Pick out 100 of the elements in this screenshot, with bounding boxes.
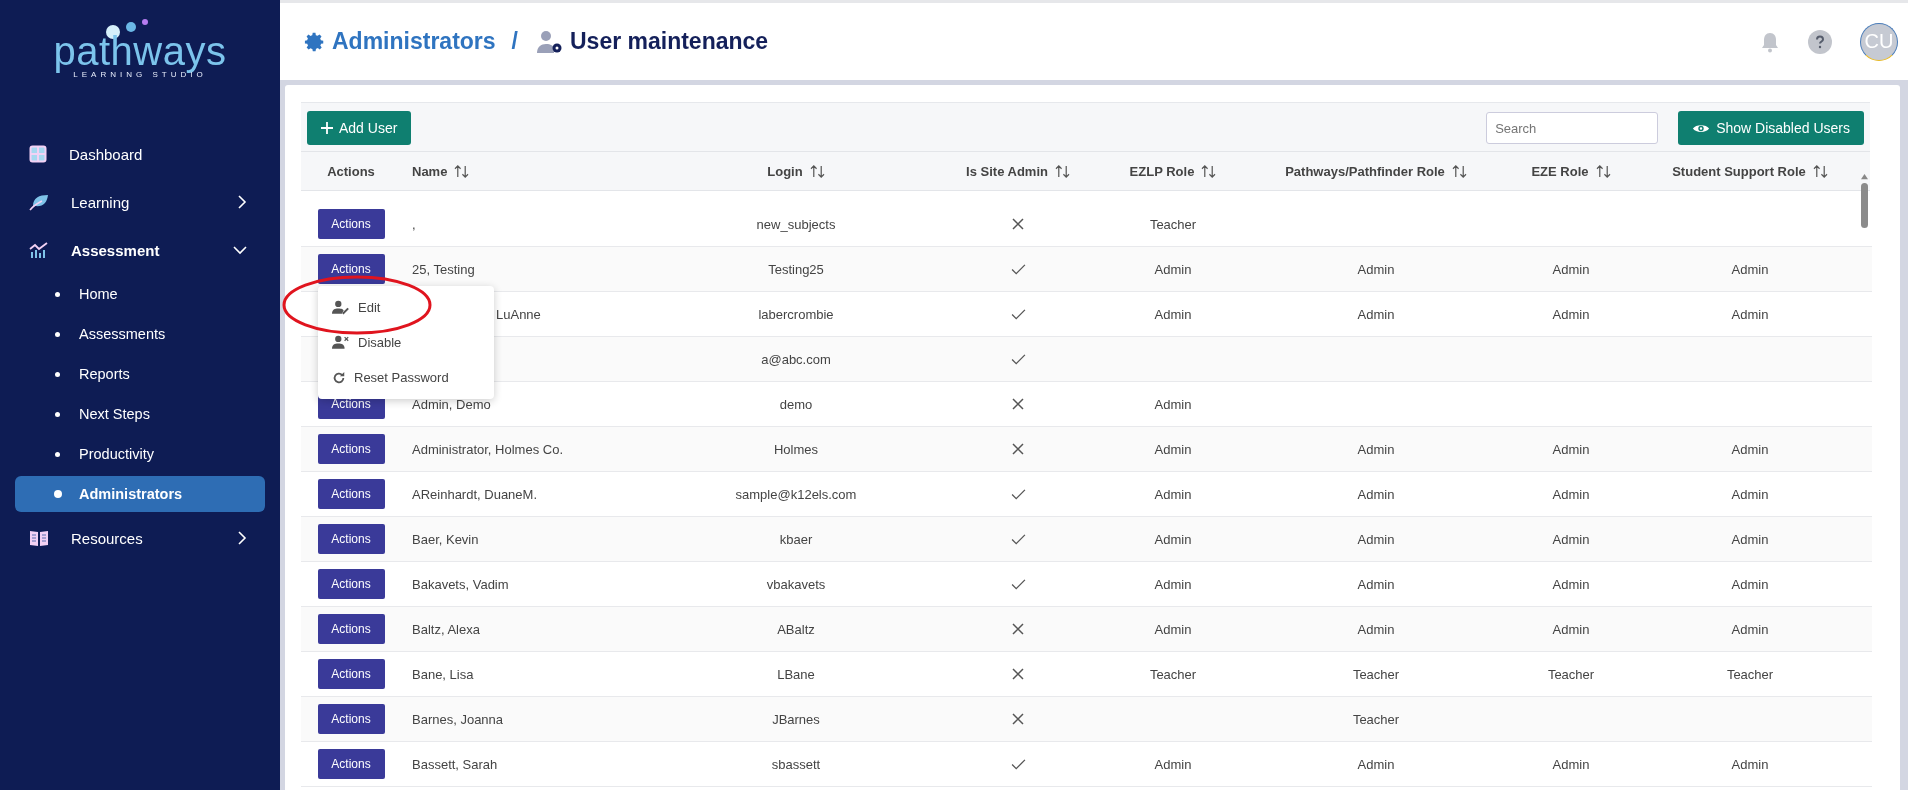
table-cell: Baltz, Alexa [412,621,480,637]
scroll-up-icon[interactable] [1859,173,1869,180]
table-cell: Admin [1357,576,1395,592]
sort-icon[interactable] [454,164,470,178]
sidebar-item[interactable]: Dashboard [15,130,265,178]
table-cell: 25, Testing [412,261,475,277]
leaf-icon [29,193,49,211]
sidebar-item[interactable]: Assessment [15,226,265,274]
table-cell: Admin [1552,576,1590,592]
sort-icon[interactable] [1451,164,1467,178]
table-cell: Admin [1731,306,1769,322]
table-cell: Admin [1731,531,1769,547]
table-cell: vbakavets [766,576,826,592]
sidebar-subitem[interactable]: Reports [15,354,265,394]
help-icon[interactable] [1808,29,1832,54]
table-cell: LuAnne [496,306,541,322]
table-cell: Admin [1731,441,1769,457]
sidebar-subitem[interactable]: Home [15,274,265,314]
column-header[interactable]: EZE Role [1488,163,1654,179]
table-cell: Bassett, Sarah [412,756,498,772]
sidebar-subitem[interactable]: Assessments [15,314,265,354]
sort-icon[interactable] [1201,164,1217,178]
search-field[interactable]: Search [1486,112,1659,144]
sidebar-subitem[interactable]: Administrators [15,476,265,512]
table-cell: JBarnes [772,711,820,727]
menu-item[interactable]: Edit [318,290,494,325]
table-cell: Teacher [1149,666,1197,682]
actions-button[interactable]: Actions [317,434,385,464]
gear-icon [304,30,326,53]
table-cell: LBane [777,666,815,682]
actions-button[interactable]: Actions [317,524,385,554]
table-cell: Admin [1552,261,1590,277]
table-cell: Teacher [1726,666,1774,682]
page-title: User maintenance [570,28,769,55]
table-cell: Baer, Kevin [412,531,479,547]
user-edit-icon [332,300,350,315]
table-cell: Bakavets, Vadim [412,576,509,592]
table-cell: Teacher [1352,666,1400,682]
table-cell: Admin [1731,576,1769,592]
table-cell: Testing25 [768,261,824,277]
actions-button[interactable]: Actions [317,749,385,779]
table-cell: Admin [1731,756,1769,772]
table-cell: labercrombie [758,306,834,322]
table-cell: Admin [1552,531,1590,547]
table-cell: Barnes, Joanna [412,711,504,727]
column-header: Actions [326,163,376,179]
table-cell: Admin [1731,261,1769,277]
sidebar-subitem[interactable]: Productivity [15,434,265,474]
sidebar-item[interactable]: Learning [15,178,265,226]
column-header[interactable]: Pathways/Pathfinder Role [1264,163,1488,179]
table-cell: Admin [1154,396,1192,412]
table-cell: Admin [1552,756,1590,772]
add-user-button[interactable]: Add User [307,111,412,145]
table-cell: a@abc.com [761,351,831,367]
column-header[interactable]: EZLP Role [1082,163,1264,179]
actions-button[interactable]: Actions [317,614,385,644]
table-cell: sample@k12els.com [735,486,857,502]
table-cell: Admin [1154,441,1192,457]
sort-icon[interactable] [1812,164,1828,178]
actions-button[interactable]: Actions [317,704,385,734]
plus-icon [321,122,333,134]
table-cell: Admin [1357,756,1395,772]
table-cell: Admin [1731,621,1769,637]
user-gear-icon [536,29,564,54]
menu-item[interactable]: Disable [318,325,494,360]
sidebar-item[interactable]: Resources [15,514,265,562]
actions-button[interactable]: Actions [317,569,385,599]
sort-icon[interactable] [1595,164,1611,178]
sidebar-subitem[interactable]: Next Steps [15,394,265,434]
actions-button[interactable]: Actions [317,479,385,509]
table-cell: ABaltz [777,621,815,637]
actions-button[interactable]: Actions [317,659,385,689]
column-header[interactable]: Login [638,163,954,179]
chevron-right-icon [237,195,247,209]
table-cell: Admin [1154,576,1192,592]
table-cell: kbaer [779,531,813,547]
table-cell: , [412,216,416,232]
table-cell: Admin [1357,306,1395,322]
chevron-right-icon [237,531,247,545]
column-header[interactable]: Student Support Role [1654,163,1846,179]
sort-icon[interactable] [1054,164,1070,178]
column-header[interactable]: Name [401,163,638,179]
user-remove-icon [332,335,350,350]
table-cell: new_subjects [756,216,836,232]
refresh-icon [332,370,346,385]
table-cell: Admin [1154,486,1192,502]
table-cell: Admin [1357,441,1395,457]
column-header[interactable]: Is Site Admin [954,163,1082,179]
table-cell: Teacher [1149,216,1197,232]
sort-icon[interactable] [809,164,825,178]
table-cell: Admin, Demo [412,396,491,412]
table-cell: Admin [1154,306,1192,322]
scrollbar[interactable] [1858,173,1870,228]
table-cell: Admin [1154,261,1192,277]
breadcrumb-link[interactable]: Administrators [332,28,496,55]
chevron-down-icon [233,245,247,255]
actions-button[interactable]: Actions [317,209,385,239]
table-cell: Admin [1154,531,1192,547]
book-icon [29,529,49,547]
table-cell: demo [779,396,813,412]
